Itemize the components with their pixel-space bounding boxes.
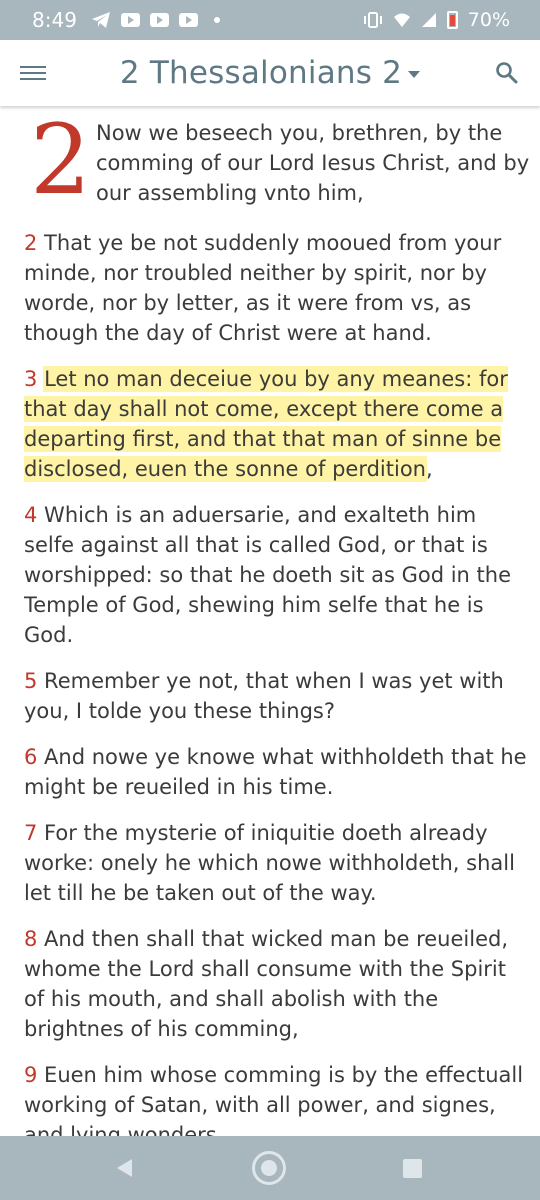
verse-text: For the mysterie of iniquitie doeth alre… xyxy=(24,821,515,905)
wifi-icon xyxy=(393,12,411,28)
verse-text: That ye be not suddenly mooued from your… xyxy=(24,231,502,345)
verse-text: Which is an aduersarie, and exalteth him… xyxy=(24,503,511,647)
chapter-selector[interactable]: 2 Thessalonians 2 xyxy=(0,40,540,106)
signal-icon xyxy=(421,12,437,28)
search-icon[interactable] xyxy=(494,60,520,86)
youtube-icon xyxy=(149,13,169,27)
verse-number: 6 xyxy=(24,745,38,769)
verse-2[interactable]: 2 That ye be not suddenly mooued from yo… xyxy=(24,228,530,348)
verse-text-tail: , xyxy=(425,457,433,481)
youtube-icon xyxy=(120,13,140,27)
verse-4[interactable]: 4 Which is an aduersarie, and exalteth h… xyxy=(24,500,530,650)
status-time: 8:49 xyxy=(32,8,77,32)
recents-square-icon[interactable] xyxy=(403,1159,422,1178)
back-triangle-icon[interactable] xyxy=(115,1158,135,1182)
battery-percent: 70% xyxy=(467,9,510,31)
page-title[interactable]: 2 Thessalonians 2 xyxy=(120,55,402,91)
telegram-icon xyxy=(91,11,111,29)
chapter-content: 2 Now we beseech you, brethren, by the c… xyxy=(24,106,530,1136)
verse-8[interactable]: 8 And then shall that wicked man be reue… xyxy=(24,924,530,1044)
verse-number: 9 xyxy=(24,1063,38,1087)
verse-number: 8 xyxy=(24,927,38,951)
app-bar: 2 Thessalonians 2 xyxy=(0,40,540,106)
verse-6[interactable]: 6 And nowe ye knowe what withholdeth tha… xyxy=(24,742,530,802)
notification-dot-icon xyxy=(213,17,220,23)
verse-7[interactable]: 7 For the mysterie of iniquitie doeth al… xyxy=(24,818,530,908)
battery-icon xyxy=(446,11,458,29)
verse-9[interactable]: 9 Euen him whose comming is by the effec… xyxy=(24,1060,530,1136)
verse-number: 3 xyxy=(24,367,38,391)
verse-text: And then shall that wicked man be reueil… xyxy=(24,927,509,1041)
home-circle-icon[interactable] xyxy=(252,1151,286,1185)
verse-text: Now we beseech you, brethren, by the com… xyxy=(96,121,530,205)
verse-text: Euen him whose comming is by the effectu… xyxy=(24,1063,524,1136)
caret-down-icon[interactable] xyxy=(408,70,421,78)
verse-number: 4 xyxy=(24,503,38,527)
chapter-dropcap: 2 xyxy=(30,106,92,216)
status-bar: 8:49 70% xyxy=(0,0,540,40)
status-bar-right: 70% xyxy=(363,9,510,31)
verse-number: 5 xyxy=(24,669,38,693)
vibrate-icon xyxy=(363,12,383,28)
verse-text: And nowe ye knowe what withholdeth that … xyxy=(24,745,527,799)
system-nav-bar xyxy=(0,1136,540,1200)
verse-number: 2 xyxy=(24,231,38,255)
youtube-icon xyxy=(178,13,198,27)
verse-number: 7 xyxy=(24,821,38,845)
verse-5[interactable]: 5 Remember ye not, that when I was yet w… xyxy=(24,666,530,726)
verse-text: Remember ye not, that when I was yet wit… xyxy=(24,669,504,723)
highlighted-verse-text: Let no man deceiue you by any meanes: fo… xyxy=(24,367,508,481)
verse-1[interactable]: 2 Now we beseech you, brethren, by the c… xyxy=(24,106,530,216)
verse-3[interactable]: 3 Let no man deceiue you by any meanes: … xyxy=(24,364,530,484)
status-bar-left: 8:49 xyxy=(32,8,220,32)
